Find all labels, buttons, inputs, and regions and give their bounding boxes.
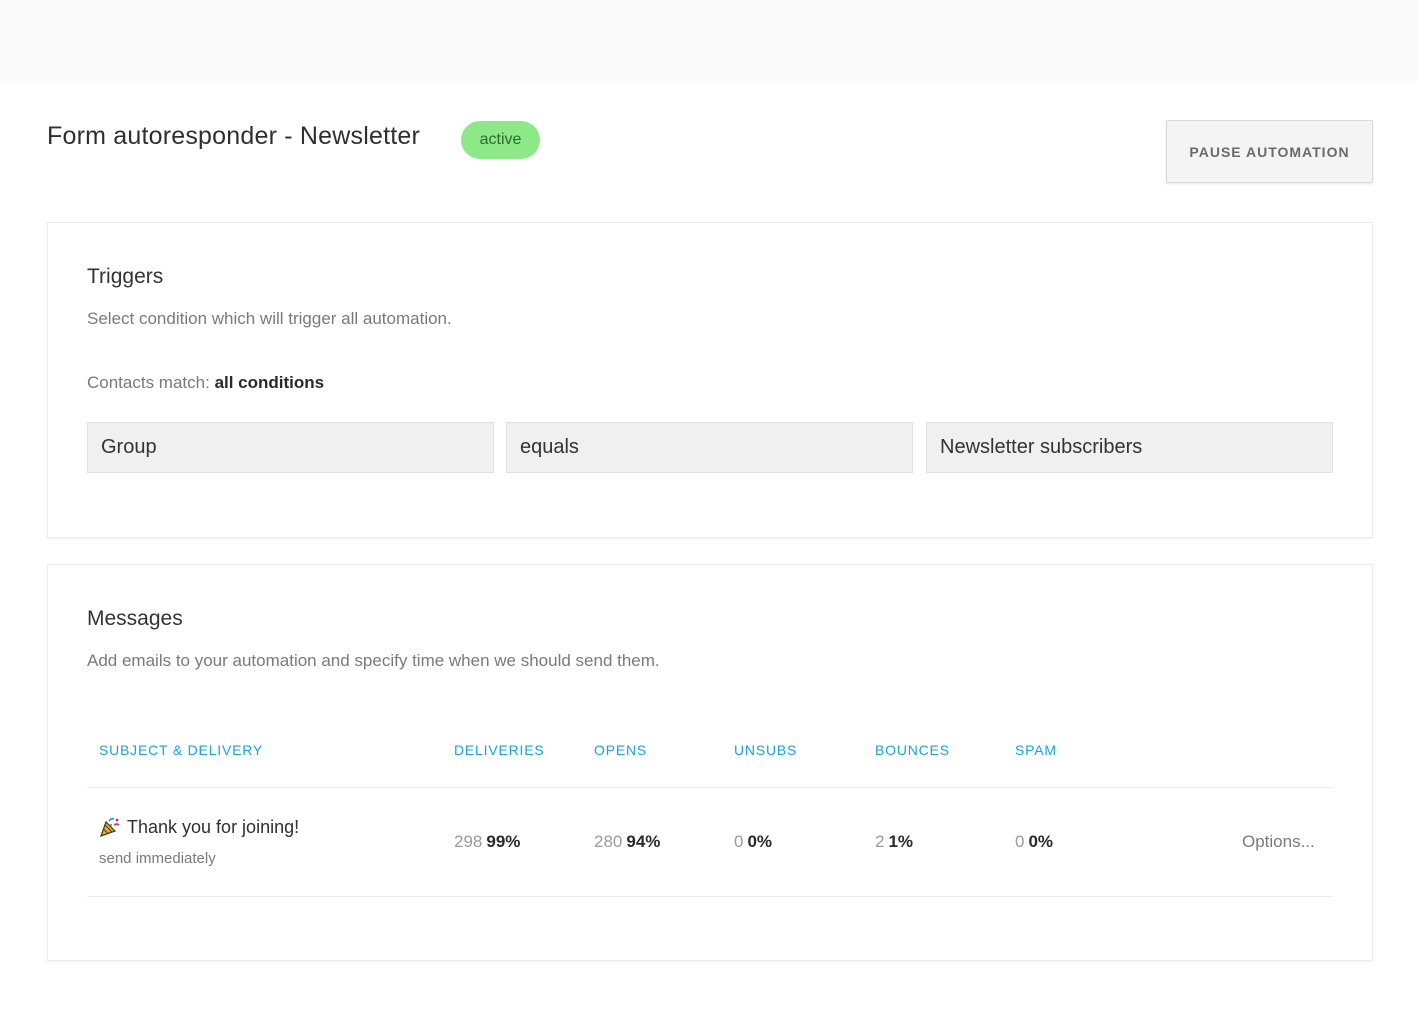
message-delivery: send immediately [99, 850, 216, 867]
message-subject-text: Thank you for joining! [127, 816, 300, 837]
messages-card: Messages Add emails to your automation a… [47, 564, 1373, 961]
triggers-description: Select condition which will trigger all … [87, 309, 452, 328]
column-header-bounces[interactable]: BOUNCES [875, 742, 950, 758]
column-header-deliveries[interactable]: DELIVERIES [454, 742, 544, 758]
table-divider [87, 787, 1333, 788]
column-header-opens[interactable]: OPENS [594, 742, 647, 758]
unsubs-stat: 0 0% [734, 832, 772, 852]
deliveries-percent: 99% [486, 832, 521, 851]
column-header-subject[interactable]: SUBJECT & DELIVERY [99, 742, 263, 758]
match-prefix: Contacts match: [87, 373, 210, 392]
status-badge: active [461, 121, 540, 159]
deliveries-count: 298 [454, 832, 483, 851]
condition-field-select[interactable]: Group [87, 422, 494, 473]
opens-stat: 280 94% [594, 832, 660, 852]
unsubs-percent: 0% [747, 832, 773, 851]
deliveries-stat: 298 99% [454, 832, 520, 852]
spam-count: 0 [1015, 832, 1025, 851]
spam-stat: 0 0% [1015, 832, 1053, 852]
messages-title: Messages [87, 607, 183, 630]
bounces-count: 2 [875, 832, 885, 851]
pause-automation-button[interactable]: PAUSE AUTOMATION [1166, 120, 1373, 183]
top-bar [0, 0, 1417, 81]
column-header-spam[interactable]: SPAM [1015, 742, 1057, 758]
contacts-match: Contacts match: all conditions [87, 373, 324, 393]
page-title: Form autoresponder - Newsletter [47, 122, 421, 150]
column-header-unsubs[interactable]: UNSUBS [734, 742, 797, 758]
messages-description: Add emails to your automation and specif… [87, 651, 660, 670]
unsubs-count: 0 [734, 832, 744, 851]
condition-operator-select[interactable]: equals [506, 422, 913, 473]
opens-percent: 94% [626, 832, 661, 851]
party-popper-icon [99, 816, 121, 838]
spam-percent: 0% [1028, 832, 1054, 851]
options-link[interactable]: Options... [1242, 832, 1315, 852]
condition-value-select[interactable]: Newsletter subscribers [926, 422, 1333, 473]
triggers-card: Triggers Select condition which will tri… [47, 222, 1373, 538]
match-value[interactable]: all conditions [215, 373, 325, 392]
triggers-title: Triggers [87, 265, 164, 288]
bounces-percent: 1% [888, 832, 914, 851]
table-divider [87, 896, 1333, 897]
opens-count: 280 [594, 832, 623, 851]
bounces-stat: 2 1% [875, 832, 913, 852]
message-subject[interactable]: Thank you for joining! [99, 816, 299, 838]
